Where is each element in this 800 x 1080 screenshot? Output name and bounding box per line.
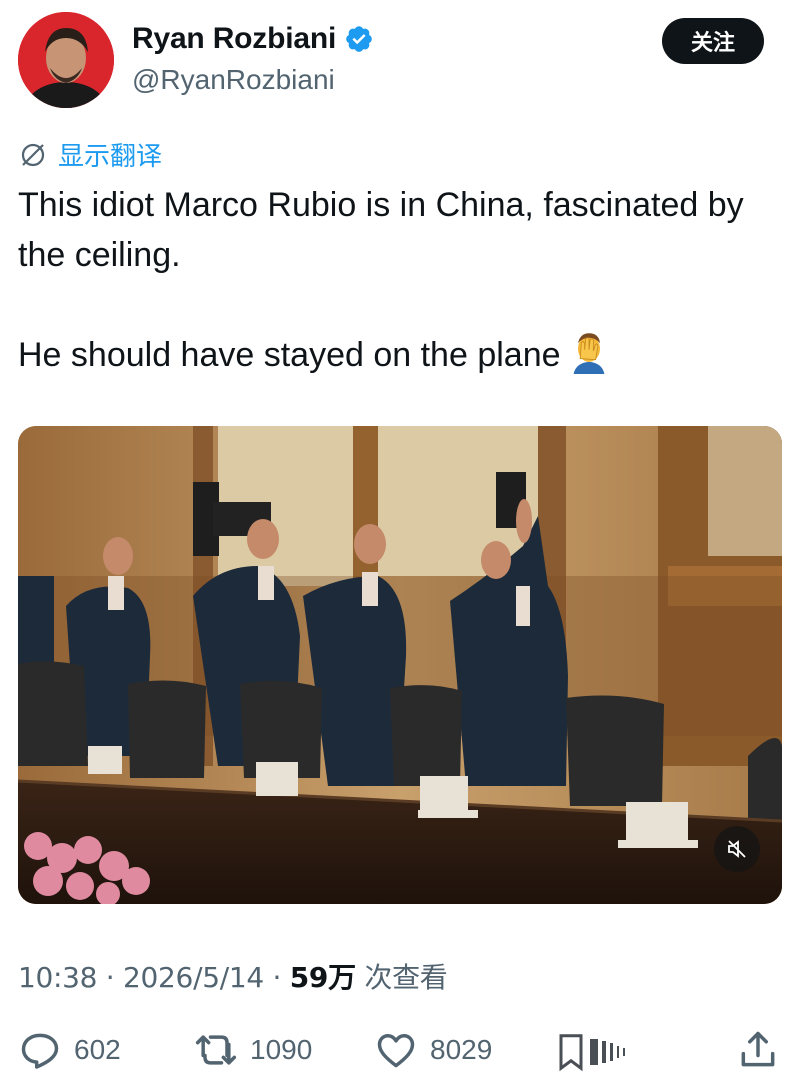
- repost-button[interactable]: 1090: [194, 1028, 312, 1072]
- blur-bar: [610, 1043, 613, 1061]
- tweet-text: This idiot Marco Rubio is in China, fasc…: [18, 180, 778, 380]
- meta-separator: ·: [97, 961, 124, 994]
- avatar[interactable]: [18, 12, 114, 108]
- tweet-metadata: 10:38 · 2026/5/14 · 59万 次查看: [18, 956, 448, 996]
- show-translation-link[interactable]: 显示翻译: [18, 136, 162, 173]
- translate-globe-icon: [21, 143, 45, 166]
- video-frame-illustration: [18, 426, 782, 904]
- show-translation-label: 显示翻译: [58, 142, 163, 172]
- reply-count: 602: [74, 1034, 121, 1065]
- views-label: 次查看: [364, 961, 448, 994]
- repost-icon: [195, 1035, 237, 1065]
- like-button[interactable]: 8029: [374, 1028, 492, 1072]
- repost-count: 1090: [250, 1034, 313, 1065]
- display-name[interactable]: Ryan Rozbiani: [132, 22, 336, 56]
- reply-button[interactable]: 602: [18, 1028, 121, 1072]
- bookmark-button[interactable]: [556, 1032, 625, 1072]
- tweet-header: Ryan Rozbiani @RyanRozbiani 关注: [0, 0, 800, 120]
- blur-bar: [623, 1048, 625, 1056]
- user-handle[interactable]: @RyanRozbiani: [132, 64, 335, 96]
- heart-icon: [377, 1033, 415, 1068]
- follow-button[interactable]: 关注: [662, 18, 764, 64]
- post-date[interactable]: 2026/5/14: [123, 961, 264, 994]
- share-button[interactable]: [736, 1028, 780, 1072]
- blur-bar: [617, 1046, 619, 1058]
- tweet-actions: 602 1090 8029: [18, 1028, 782, 1078]
- views-count: 59万: [289, 961, 356, 994]
- muted-speaker-icon: [728, 840, 746, 858]
- meta-separator: ·: [263, 961, 290, 994]
- bookmark-icon: [559, 1034, 583, 1072]
- like-count: 8029: [430, 1034, 493, 1065]
- blur-bar: [590, 1039, 598, 1065]
- blur-bar: [602, 1041, 606, 1063]
- mute-toggle-button[interactable]: [714, 826, 760, 872]
- reply-icon: [21, 1033, 59, 1069]
- share-icon: [741, 1031, 775, 1067]
- facepalm-emoji-icon: [573, 333, 604, 374]
- tweet-video[interactable]: [18, 426, 782, 904]
- tweet-body: This idiot Marco Rubio is in China, fasc…: [18, 186, 744, 374]
- post-time[interactable]: 10:38: [18, 961, 98, 994]
- verified-badge-icon: [346, 26, 372, 52]
